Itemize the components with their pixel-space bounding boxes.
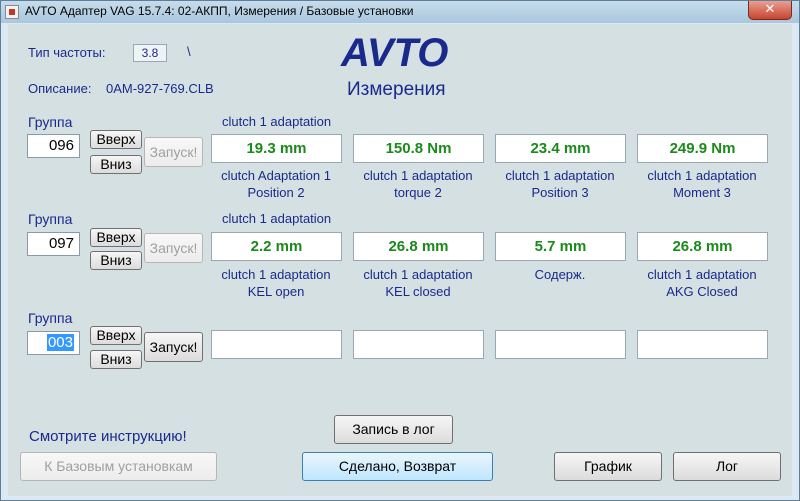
group-2-value-3: 5.7 mm: [495, 232, 626, 261]
log-button[interactable]: Лог: [673, 452, 781, 481]
group-2-value-1: 2.2 mm: [211, 232, 342, 261]
group-3-start-button[interactable]: Запуск!: [144, 332, 203, 362]
group-1-value-1: 19.3 mm: [211, 134, 342, 163]
group-1-value-2: 150.8 Nm: [353, 134, 484, 163]
group-3-value-1: [211, 330, 342, 359]
group-1-caption-1: clutch Adaptation 1 Position 2: [221, 168, 331, 200]
group-2-header: clutch 1 adaptation: [222, 211, 332, 226]
group-2-caption-1: clutch 1 adaptation KEL open: [221, 267, 331, 299]
group-1-caption-4: clutch 1 adaptation Moment 3: [647, 168, 757, 200]
group-1-number-input[interactable]: 096: [27, 134, 80, 158]
description-value: 0AM-927-769.CLB: [106, 81, 214, 96]
avto-logo: AVTO: [341, 31, 449, 75]
group-3-up-button[interactable]: Вверх: [90, 326, 142, 345]
log-record-button[interactable]: Запись в лог: [334, 415, 453, 444]
group-1-start-button[interactable]: Запуск!: [144, 137, 203, 167]
group-3-label: Группа: [28, 310, 73, 326]
group-2-value-2: 26.8 mm: [353, 232, 484, 261]
done-return-button[interactable]: Сделано, Возврат: [302, 452, 493, 481]
group-2-caption-2: clutch 1 adaptation KEL closed: [363, 267, 473, 299]
close-icon: ✕: [764, 2, 776, 17]
group-2-start-button[interactable]: Запуск!: [144, 233, 203, 263]
group-1-value-4: 249.9 Nm: [637, 134, 768, 163]
graph-button[interactable]: График: [554, 452, 662, 481]
group-1-down-button[interactable]: Вниз: [90, 155, 142, 174]
group-2-number-input[interactable]: 097: [27, 232, 80, 256]
app-icon: [5, 5, 19, 19]
frequency-type-label: Тип частоты:: [28, 45, 106, 60]
group-2-caption-4: clutch 1 adaptation AKG Closed: [647, 267, 757, 299]
group-2-value-4: 26.8 mm: [637, 232, 768, 261]
group-1-caption-2: clutch 1 adaptation torque 2: [363, 168, 473, 200]
group-3-number-selected: 003: [46, 334, 74, 351]
window-title: AVTO Адаптер VAG 15.7.4: 02-АКПП, Измере…: [25, 4, 414, 18]
group-1-caption-3: clutch 1 adaptation Position 3: [505, 168, 615, 200]
group-1-header: clutch 1 adaptation: [222, 114, 332, 129]
group-3-number-input[interactable]: 003: [27, 331, 80, 355]
frequency-slash: \: [187, 44, 191, 59]
group-3-value-3: [495, 330, 626, 359]
description-label: Описание:: [28, 81, 92, 96]
group-3-down-button[interactable]: Вниз: [90, 350, 142, 369]
frequency-type-value: 3.8: [133, 44, 167, 62]
group-1-value-3: 23.4 mm: [495, 134, 626, 163]
group-3-value-4: [637, 330, 768, 359]
title-bar[interactable]: AVTO Адаптер VAG 15.7.4: 02-АКПП, Измере…: [1, 1, 799, 23]
close-button[interactable]: ✕: [748, 1, 792, 20]
help-text: Смотрите инструкцию!: [29, 428, 187, 445]
group-1-up-button[interactable]: Вверх: [90, 130, 142, 149]
app-window: AVTO Адаптер VAG 15.7.4: 02-АКПП, Измере…: [0, 0, 800, 501]
group-3-value-2: [353, 330, 484, 359]
page-subtitle: Измерения: [347, 79, 446, 100]
group-1-label: Группа: [28, 114, 73, 130]
group-2-up-button[interactable]: Вверх: [90, 228, 142, 247]
basic-settings-button[interactable]: К Базовым установкам: [20, 452, 217, 481]
group-2-label: Группа: [28, 211, 73, 227]
group-2-down-button[interactable]: Вниз: [90, 251, 142, 270]
group-2-caption-3: Содерж.: [534, 267, 586, 282]
